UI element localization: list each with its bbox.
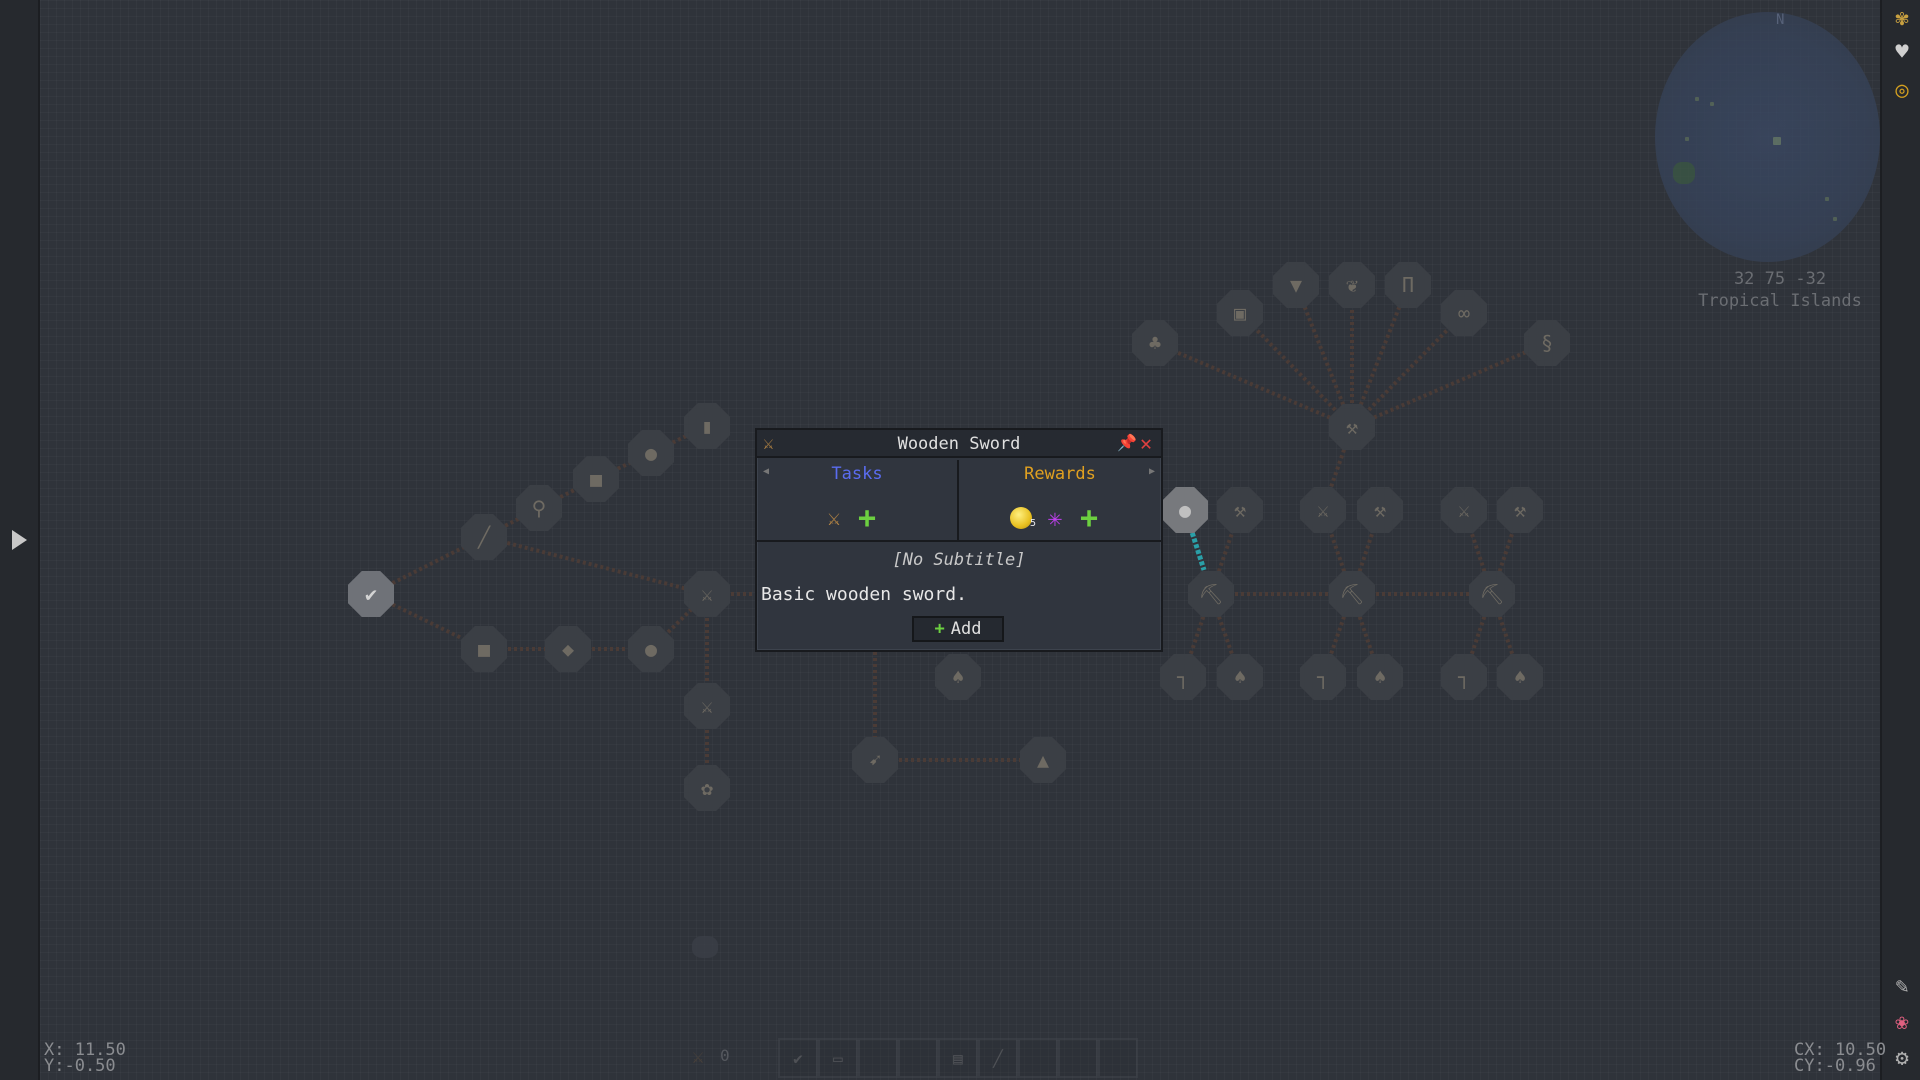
quest-node-hoe-1[interactable]: ┐ — [1160, 654, 1206, 700]
quest-node-plant[interactable]: ✿ — [684, 765, 730, 811]
quest-node-leggings[interactable]: Π — [1385, 262, 1431, 308]
add-reward-button[interactable]: + — [1075, 501, 1103, 536]
gear-icon[interactable]: ⚙ — [1888, 1044, 1916, 1072]
quest-node-ore[interactable]: ● — [628, 626, 674, 672]
hotbar-slot[interactable] — [858, 1038, 898, 1078]
quest-node-feather[interactable]: ❦ — [1329, 262, 1375, 308]
quest-node-shovel-1[interactable]: ♠ — [1217, 654, 1263, 700]
quest-node-pickaxe-2[interactable]: ⛏ — [1329, 571, 1375, 617]
quest-node-coal[interactable]: ◆ — [545, 626, 591, 672]
hotbar-slot[interactable]: ✔ — [778, 1038, 818, 1078]
right-sidebar: ✾ ♥ ◎ ✎ ❀ ⚙ — [1880, 0, 1920, 1080]
minimap-marker — [1825, 197, 1829, 201]
close-icon[interactable]: ✕ — [1140, 431, 1152, 455]
quest-node-shovel-2[interactable]: ♠ — [1357, 654, 1403, 700]
quest-node-block[interactable]: ■ — [461, 626, 507, 672]
hotbar[interactable]: ✔ ▭ ▤ ╱ — [778, 1038, 1140, 1078]
xp-star-icon: ✳ — [1047, 504, 1063, 532]
quest-node-shovel-3[interactable]: ♠ — [1497, 654, 1543, 700]
quest-node-pickaxe-3[interactable]: ⛏ — [1469, 571, 1515, 617]
quest-node-sword-hilt[interactable]: ⚔ — [684, 683, 730, 729]
held-item-count: 0 — [720, 1046, 730, 1065]
minimap-marker — [1695, 97, 1699, 101]
quest-node-hoe-2[interactable]: ┐ — [1300, 654, 1346, 700]
reward-coin[interactable]: 5 — [1007, 504, 1037, 532]
quest-panel-header: ⚔ Wooden Sword 📌 ✕ — [757, 430, 1161, 458]
quest-description: Basic wooden sword. — [761, 584, 967, 605]
minimap-biome: Tropical Islands — [1698, 291, 1862, 311]
quest-node-shovel[interactable]: ♠ — [935, 654, 981, 700]
add-task-button[interactable]: + — [853, 501, 881, 536]
quest-node-axe-3[interactable]: ⚒ — [1497, 487, 1543, 533]
quest-node-start[interactable]: ✔ — [348, 571, 394, 617]
center-coords: CX: 10.50 CY:-0.96 — [1794, 1042, 1886, 1076]
quest-node-axe-1[interactable]: ⚒ — [1217, 487, 1263, 533]
coin-stack-icon[interactable]: ◎ — [1888, 76, 1916, 104]
minimap-island — [1673, 162, 1695, 184]
quest-node-flint[interactable]: ● — [628, 430, 674, 476]
quest-node-grass[interactable]: ♣ — [1132, 320, 1178, 366]
center-y: CY:-0.96 — [1794, 1056, 1876, 1076]
quest-node-backpack[interactable]: ▣ — [1217, 290, 1263, 336]
quest-node-scroll[interactable]: § — [1524, 320, 1570, 366]
quest-node-hoe-3[interactable]: ┐ — [1441, 654, 1487, 700]
quest-node-stick[interactable]: ╱ — [461, 514, 507, 560]
quest-node-wooden-sword[interactable]: ⚔ — [684, 571, 730, 617]
lotus-icon[interactable]: ❀ — [1888, 1008, 1916, 1036]
faded-node — [692, 936, 718, 958]
minimap-info: 32 75 -32 Tropical Islands — [1655, 268, 1905, 312]
add-description-button[interactable]: + Add — [912, 616, 1004, 642]
tasks-label: Tasks — [831, 464, 883, 484]
quest-node-stone[interactable]: ■ — [573, 456, 619, 502]
quest-node-sword-3[interactable]: ⚔ — [1441, 487, 1487, 533]
minimap[interactable] — [1655, 12, 1880, 262]
coin-icon — [1010, 507, 1032, 529]
hotbar-slot[interactable]: ▭ — [818, 1038, 858, 1078]
rewards-section: ▶ Rewards 5 ✳ + — [959, 460, 1161, 542]
heart-icon[interactable]: ♥ — [1888, 38, 1916, 66]
cursor-y: Y:-0.50 — [44, 1056, 116, 1076]
hotbar-slot[interactable] — [1098, 1038, 1138, 1078]
quest-node-campfire[interactable]: ▲ — [1020, 737, 1066, 783]
quest-node-sword-2[interactable]: ⚔ — [1300, 487, 1346, 533]
hotbar-slot[interactable]: ╱ — [978, 1038, 1018, 1078]
quest-node-armor-hub[interactable]: ⚒ — [1329, 404, 1375, 450]
plus-icon: + — [934, 619, 945, 639]
hotbar-slot[interactable] — [1018, 1038, 1058, 1078]
held-item-icon: ⚔ — [692, 1044, 705, 1068]
minimap-marker — [1685, 137, 1689, 141]
reward-xp[interactable]: ✳ — [1041, 504, 1069, 532]
quest-node-goggles[interactable]: ∞ — [1441, 290, 1487, 336]
quest-node-chestplate[interactable]: ▼ — [1273, 262, 1319, 308]
hotbar-slot[interactable] — [898, 1038, 938, 1078]
quest-node-selected[interactable]: ● — [1162, 487, 1208, 533]
quest-subtitle: [No Subtitle] — [892, 550, 1026, 570]
task-wooden-sword-icon[interactable]: ⚔ — [820, 504, 848, 532]
quest-book-icon[interactable]: ✾ — [1888, 4, 1916, 32]
add-button-label: Add — [950, 619, 982, 639]
quest-title: Wooden Sword — [897, 434, 1021, 454]
minimap-compass: N — [1776, 12, 1785, 28]
quest-detail-panel: ⚔ Wooden Sword 📌 ✕ ◀ Tasks ⚔ + ▶ Rewards… — [755, 428, 1163, 652]
quest-node-barrel[interactable]: ▮ — [684, 403, 730, 449]
minimap-marker — [1833, 217, 1837, 221]
quest-node-axe-2[interactable]: ⚒ — [1357, 487, 1403, 533]
minimap-coords: 32 75 -32 — [1733, 269, 1827, 289]
quest-node-torch[interactable]: ⚲ — [516, 485, 562, 531]
minimap-marker — [1710, 102, 1714, 106]
tasks-section: ◀ Tasks ⚔ + — [757, 460, 959, 542]
hotbar-slot[interactable]: ▤ — [938, 1038, 978, 1078]
pin-icon[interactable]: 📌 — [1117, 433, 1137, 452]
coin-reward-count: 5 — [1030, 518, 1037, 529]
pin-icon[interactable]: ✎ — [1888, 972, 1916, 1000]
cursor-coords: X: 11.50 Y:-0.50 — [44, 1042, 126, 1076]
rewards-label: Rewards — [1024, 464, 1096, 484]
minimap-player — [1773, 137, 1781, 145]
quest-node-bow[interactable]: ➹ — [852, 737, 898, 783]
hotbar-slot[interactable] — [1058, 1038, 1098, 1078]
quest-node-pickaxe-1[interactable]: ⛏ — [1188, 571, 1234, 617]
